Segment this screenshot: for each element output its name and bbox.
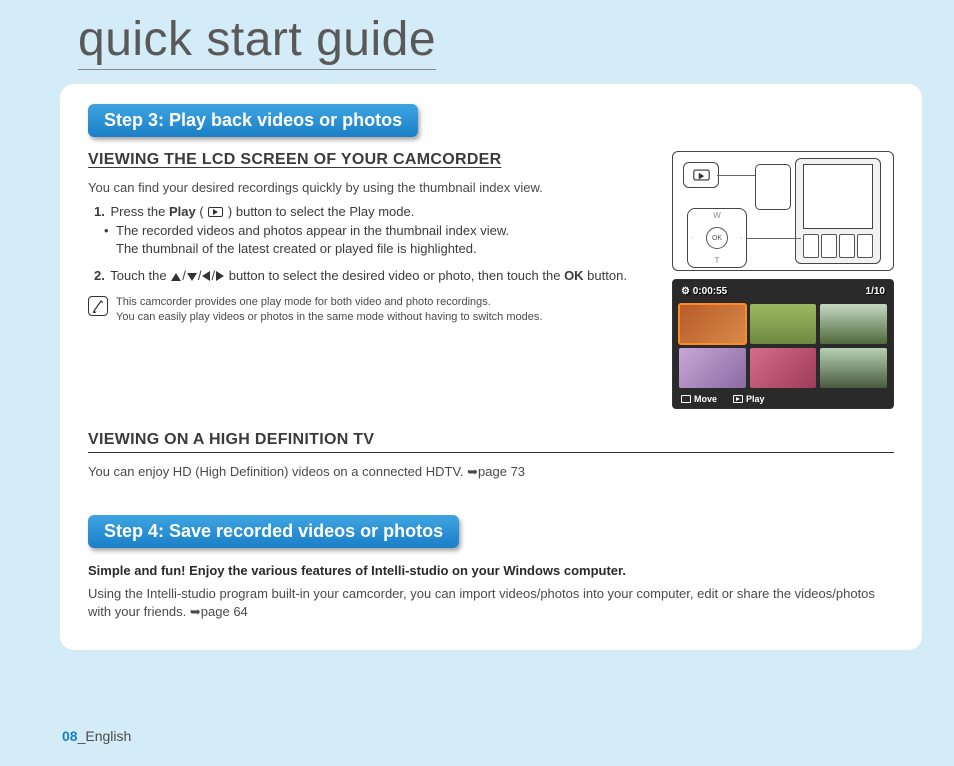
item2-part-b: button to select the desired video or ph… <box>225 268 564 283</box>
lcd-thumbnail <box>750 348 817 388</box>
item1-sub-a: The recorded videos and photos appear in… <box>94 222 656 240</box>
lcd-top-bar: ⚙ 0:00:55 1/10 <box>673 280 893 302</box>
item2-part-d: button. <box>584 268 627 283</box>
step3-item-2: 2. Touch the /// button to select the de… <box>94 267 656 285</box>
page-number: 08 <box>62 728 78 744</box>
step4-pill: Step 4: Save recorded videos or photos <box>88 515 459 548</box>
lcd-thumbnail <box>679 348 746 388</box>
step4-page-ref: page 64 <box>201 604 248 619</box>
step3-list: 1. Press the Play ( ) button to select t… <box>88 203 656 285</box>
step3-pill: Step 3: Play back videos or photos <box>88 104 418 137</box>
num-2: 2. <box>94 268 105 283</box>
lcd-thumbnail <box>820 304 887 344</box>
camcorder-lens <box>755 164 791 210</box>
item1-sub-b: The thumbnail of the latest created or p… <box>94 240 656 258</box>
dpad-right-dot: · <box>740 234 743 243</box>
hd-tv-page-ref: page 73 <box>478 464 525 479</box>
dpad-ok-label: OK <box>706 227 728 249</box>
lcd-thumbnail-grid <box>673 302 893 390</box>
lcd-move-label: Move <box>681 394 717 404</box>
camcorder-screen <box>803 164 873 229</box>
lcd-play-label: Play <box>733 394 765 404</box>
hd-tv-text-a: You can enjoy HD (High Definition) video… <box>88 464 467 479</box>
page-title: quick start guide <box>78 12 436 70</box>
step3-text-column: VIEWING THE LCD SCREEN OF YOUR CAMCORDER… <box>88 151 656 409</box>
step3-item-1: 1. Press the Play ( ) button to select t… <box>94 203 656 258</box>
diagram-column: W T · · OK ⚙ 0:00:55 1/10 <box>672 151 894 409</box>
dpad-left-dot: · <box>691 234 694 243</box>
note-row: This camcorder provides one play mode fo… <box>88 295 656 325</box>
triangle-up-icon <box>171 273 181 281</box>
lcd-thumbnail <box>820 348 887 388</box>
step3-row: VIEWING THE LCD SCREEN OF YOUR CAMCORDER… <box>88 151 894 409</box>
play-icon <box>208 207 223 217</box>
dpad-diagram: W T · · OK <box>687 208 747 268</box>
triangle-left-icon <box>202 271 210 281</box>
triangle-down-icon <box>187 273 197 281</box>
note-text: This camcorder provides one play mode fo… <box>116 295 542 325</box>
camcorder-button <box>839 234 855 258</box>
camcorder-button-row <box>803 234 873 258</box>
step4-bold-line: Simple and fun! Enjoy the various featur… <box>88 562 894 580</box>
item1-play-word: Play <box>169 204 196 219</box>
note-line-a: This camcorder provides one play mode fo… <box>116 295 542 310</box>
dpad-down-label: T <box>715 256 720 265</box>
play-icon <box>693 170 710 181</box>
page-footer: 08_English <box>62 728 131 744</box>
lcd-bottom-bar: Move Play <box>673 390 893 408</box>
item2-part-a: Touch the <box>110 268 170 283</box>
intro-text: You can find your desired recordings qui… <box>88 179 656 197</box>
note-icon <box>88 296 108 316</box>
dpad-up-label: W <box>713 211 721 220</box>
item1-part-a: Press the <box>110 204 169 219</box>
item1-part-d: ) button to select the Play mode. <box>224 204 414 219</box>
leader-line-2 <box>745 238 801 239</box>
content-card: Step 3: Play back videos or photos VIEWI… <box>60 84 922 650</box>
lcd-time: ⚙ 0:00:55 <box>681 286 727 297</box>
camcorder-button <box>857 234 873 258</box>
page-language: English <box>85 728 131 744</box>
camcorder-button <box>803 234 819 258</box>
lcd-thumbnail-selected <box>679 304 746 344</box>
triangle-right-icon <box>216 271 224 281</box>
diagram-play-chip <box>683 162 719 188</box>
num-1: 1. <box>94 204 105 219</box>
play-icon <box>733 395 743 403</box>
lcd-thumbnail <box>750 304 817 344</box>
item1-part-c: ( <box>196 204 208 219</box>
item2-ok-word: OK <box>564 268 584 283</box>
heading-hd-tv: VIEWING ON A HIGH DEFINITION TV <box>88 431 894 453</box>
note-line-b: You can easily play videos or photos in … <box>116 310 542 325</box>
camcorder-outline: W T · · OK <box>755 158 885 264</box>
move-icon <box>681 395 691 403</box>
viewing-tv-section: VIEWING ON A HIGH DEFINITION TV You can … <box>88 431 894 481</box>
step4-body: Using the Intelli-studio program built-i… <box>88 585 894 620</box>
page-ref-arrow-icon: ➥ <box>467 464 478 479</box>
camcorder-button <box>821 234 837 258</box>
hd-tv-text: You can enjoy HD (High Definition) video… <box>88 463 894 481</box>
camcorder-diagram: W T · · OK <box>672 151 894 271</box>
lcd-thumbnail-panel: ⚙ 0:00:55 1/10 Move Play <box>672 279 894 409</box>
heading-lcd-screen: VIEWING THE LCD SCREEN OF YOUR CAMCORDER <box>88 151 656 169</box>
page-ref-arrow-icon: ➥ <box>190 604 201 619</box>
lcd-count: 1/10 <box>866 286 885 297</box>
